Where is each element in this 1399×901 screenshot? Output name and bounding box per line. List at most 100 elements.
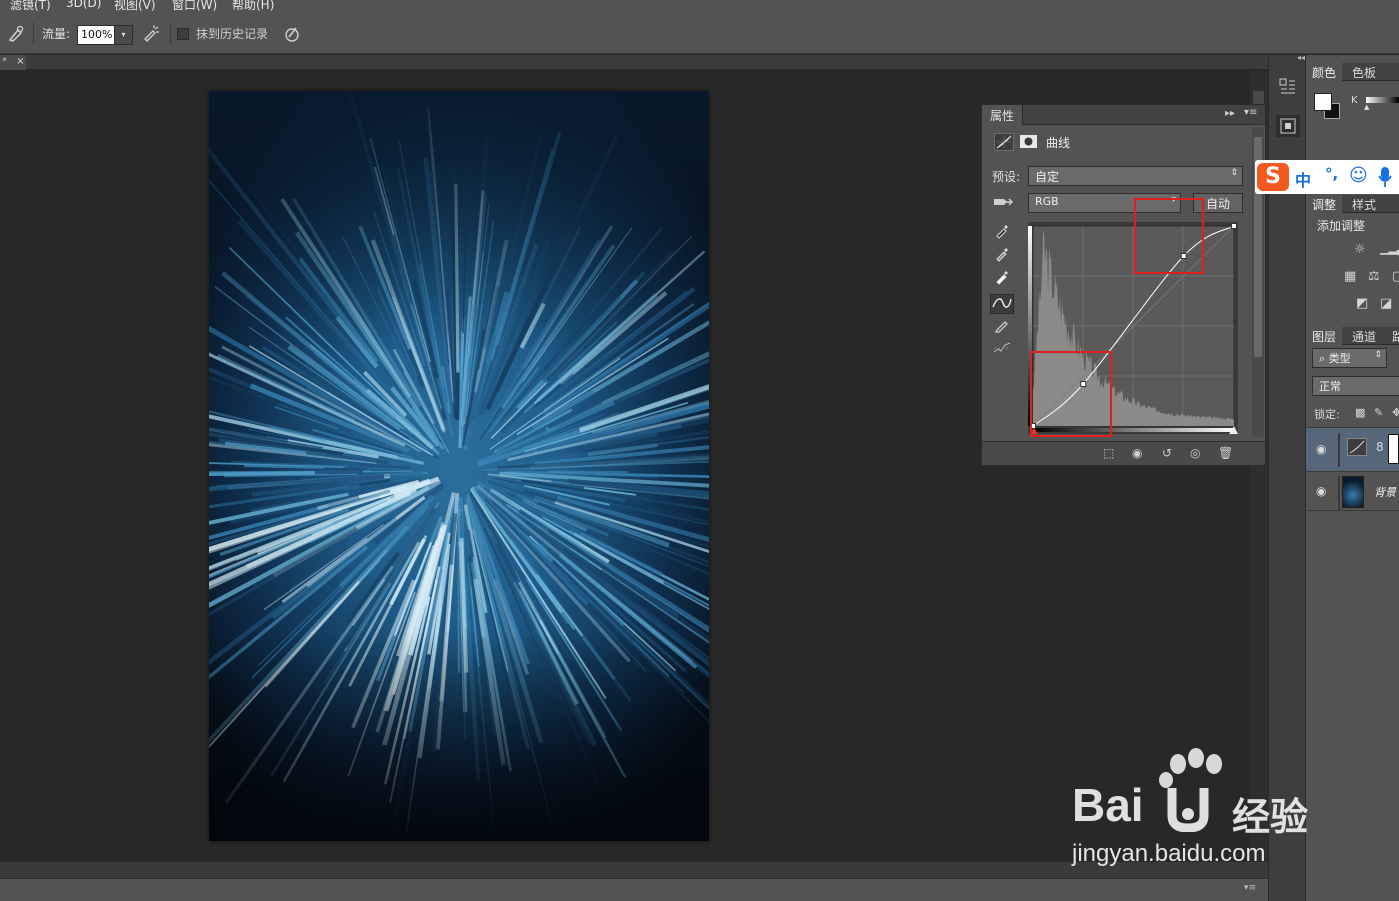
airbrush-icon[interactable]: [142, 24, 162, 44]
tab-paths[interactable]: 路: [1386, 327, 1399, 345]
du-paw-icon: [1166, 782, 1226, 833]
emoji-icon[interactable]: ☺: [1349, 165, 1368, 186]
adjustment-title: 曲线: [1046, 136, 1071, 150]
updown-icon: ⇕: [1374, 350, 1382, 360]
slider-thumb-icon[interactable]: ▲: [1364, 103, 1369, 111]
highlight-box-top: [1134, 198, 1204, 274]
eyedropper-black-icon[interactable]: [990, 223, 1014, 243]
history-label: 抹到历史记录: [196, 27, 269, 41]
lock-transparent-icon[interactable]: ▩: [1355, 406, 1365, 419]
layer-name: 背景: [1374, 486, 1396, 499]
layer-row-curves[interactable]: ◉ 8: [1306, 427, 1399, 471]
photo-filter-icon[interactable]: ▢: [1392, 269, 1399, 284]
foreground-color-swatch[interactable]: [1314, 93, 1332, 111]
collapse-icon[interactable]: ◂◂: [1297, 53, 1305, 62]
preset-value: 自定: [1035, 170, 1060, 184]
reset-icon[interactable]: ↺: [1162, 446, 1172, 460]
menu-window[interactable]: 窗口(W): [172, 0, 217, 12]
color-channel-label: K: [1351, 95, 1358, 106]
tab-adjustments[interactable]: 调整: [1306, 195, 1343, 213]
tab-layers[interactable]: 图层: [1306, 327, 1343, 345]
baidu-watermark: Bai 经验 jingyan.baidu.com: [1060, 748, 1360, 878]
preset-label: 预设:: [992, 170, 1021, 184]
menu-help[interactable]: 帮助(H): [232, 0, 274, 12]
ime-punctuation[interactable]: °,: [1325, 165, 1338, 183]
eyedropper-white-icon[interactable]: [990, 269, 1014, 289]
blend-mode-select[interactable]: 正常: [1312, 376, 1399, 396]
invert-icon[interactable]: ◩: [1356, 296, 1368, 311]
visibility-icon[interactable]: ◎: [1190, 446, 1200, 460]
timeline-panel-bar: ▾≡: [0, 878, 1268, 901]
curve-point[interactable]: [1231, 223, 1237, 229]
menu-bar: 滤镜(T) 3D(D) 视图(V) 窗口(W) 帮助(H): [0, 0, 1399, 12]
highlight-box-bottom: [1030, 351, 1112, 437]
properties-header: 属性 ▸▸ ▾≡: [982, 105, 1265, 125]
k-slider[interactable]: [1366, 97, 1399, 103]
tab-styles[interactable]: 样式: [1346, 195, 1382, 213]
lock-brush-icon[interactable]: ✎: [1374, 406, 1383, 419]
divider: [170, 22, 171, 44]
eyedropper-gray-icon[interactable]: [990, 246, 1014, 266]
search-icon: ⌕: [1319, 352, 1329, 365]
menu-3d[interactable]: 3D(D): [66, 0, 101, 10]
lock-position-icon[interactable]: ✥: [1392, 406, 1399, 419]
sogou-logo-icon[interactable]: S: [1257, 163, 1289, 191]
view-previous-icon[interactable]: ◉: [1132, 446, 1142, 460]
trash-icon[interactable]: 🗑: [1218, 446, 1233, 460]
preset-select[interactable]: 自定 ⇕: [1028, 166, 1243, 186]
add-adjustment-label: 添加调整: [1317, 219, 1366, 233]
layer-mask-thumbnail[interactable]: [1388, 434, 1399, 464]
document-tab-marker: *: [2, 56, 7, 67]
panel-menu-icon[interactable]: ▾≡: [1244, 107, 1257, 118]
flow-label: 流量:: [42, 27, 71, 41]
color-tab-bar: 颜色 色板: [1306, 63, 1399, 81]
hand-target-icon[interactable]: [990, 193, 1016, 213]
document-tab-strip: [0, 55, 1268, 70]
curves-layer-icon: [1347, 438, 1367, 456]
visibility-eye-icon[interactable]: ◉: [1316, 484, 1326, 498]
color-balance-icon[interactable]: ⚖: [1368, 269, 1380, 284]
visibility-eye-icon[interactable]: ◉: [1316, 442, 1326, 456]
curve-edit-icon[interactable]: [990, 294, 1014, 314]
libraries-panel-icon[interactable]: [1276, 115, 1300, 137]
mask-icon[interactable]: [1019, 133, 1039, 151]
menu-filter[interactable]: 滤镜(T): [10, 0, 51, 12]
levels-icon[interactable]: ▁▂▃: [1380, 242, 1399, 255]
channel-value: RGB: [1035, 195, 1059, 208]
properties-panel: 属性 ▸▸ ▾≡ 曲线 预设: 自定 ⇕ RGB ▾ 自动 ⬚ ◉ ↺ ◎ 🗑: [981, 104, 1266, 466]
tab-swatches[interactable]: 色板: [1346, 63, 1382, 81]
watermark-url: jingyan.baidu.com: [1072, 840, 1266, 867]
collapse-icon[interactable]: ▸▸: [1225, 108, 1235, 119]
history-checkbox[interactable]: [177, 28, 189, 40]
blend-mode-value: 正常: [1319, 380, 1341, 393]
history-panel-icon[interactable]: [1276, 75, 1300, 97]
chevron-down-icon[interactable]: ▾: [114, 26, 132, 44]
lock-label: 锁定:: [1314, 408, 1340, 421]
tab-channels[interactable]: 通道: [1346, 327, 1382, 345]
curves-adjust-icon[interactable]: [994, 133, 1014, 151]
panel-menu-icon[interactable]: ▾≡: [1244, 883, 1256, 893]
layer-row-background[interactable]: ◉ 背景: [1306, 471, 1399, 511]
microphone-icon[interactable]: [1377, 166, 1393, 188]
ime-mode[interactable]: 中: [1295, 167, 1311, 191]
tab-color[interactable]: 颜色: [1306, 63, 1343, 81]
artwork-image: [209, 91, 709, 841]
vibrance-icon[interactable]: ▦: [1344, 269, 1356, 284]
clip-to-layer-icon[interactable]: ⬚: [1103, 446, 1114, 460]
link-icon[interactable]: 8: [1376, 440, 1384, 454]
gradient-map-icon[interactable]: ◪: [1380, 296, 1392, 311]
brightness-icon[interactable]: ☼: [1354, 242, 1366, 257]
flow-input[interactable]: 100% ▾: [77, 25, 133, 45]
properties-footer: ⬚ ◉ ↺ ◎ 🗑: [982, 441, 1265, 465]
pencil-icon[interactable]: [990, 317, 1014, 337]
tab-properties[interactable]: 属性: [982, 105, 1024, 125]
updown-icon: ⇕: [1230, 168, 1238, 178]
ime-toolbar: S 中 °, ☺: [1255, 160, 1399, 194]
document-tab[interactable]: * ×: [0, 55, 26, 70]
pressure-icon[interactable]: [282, 24, 302, 44]
layer-filter-select[interactable]: ⌕ 类型 ⇕: [1312, 348, 1387, 368]
smooth-icon[interactable]: [990, 340, 1014, 360]
brush-tool-icon[interactable]: [6, 24, 26, 44]
menu-view[interactable]: 视图(V): [114, 0, 156, 12]
close-icon[interactable]: ×: [16, 56, 24, 67]
